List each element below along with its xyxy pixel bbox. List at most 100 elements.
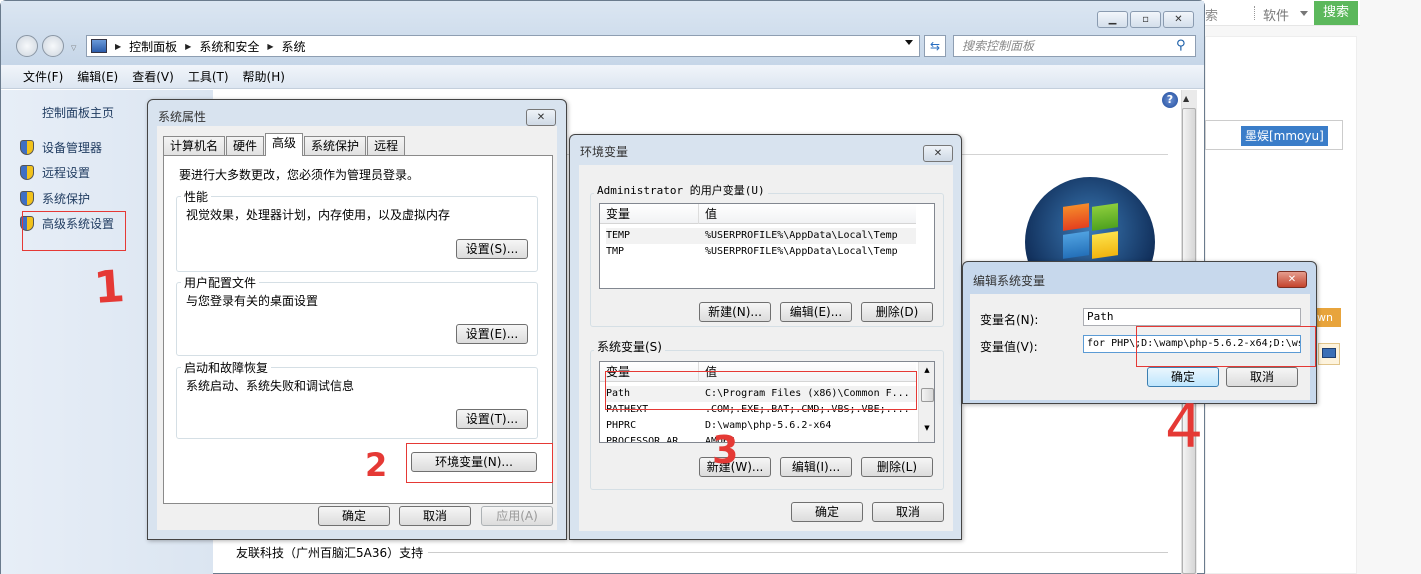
tab-system-protection[interactable]: 系统保护 [304,136,367,156]
column-header-value[interactable]: 值 [698,204,717,224]
list-item[interactable]: PHPRC D:\wamp\php-5.6.2-x64 [606,418,916,434]
group-description: 系统启动、系统失败和调试信息 [186,379,355,393]
group-label: 启动和故障恢复 [181,359,272,376]
system-edit-button[interactable]: 编辑(I)... [780,457,852,477]
scroll-down-arrow-icon[interactable]: ▼ [919,424,934,432]
close-button[interactable]: ✕ [923,145,953,162]
user-profile-settings-button[interactable]: 设置(E)... [456,324,528,344]
admin-note: 要进行大多数更改，您必须作为管理员登录。 [179,168,420,182]
search-input[interactable]: 搜索控制面板 [953,35,1196,57]
web-orange-badge[interactable]: wn [1315,308,1341,327]
var-value: %USERPROFILE%\AppData\Local\Temp [705,246,898,257]
ok-button[interactable]: 确定 [318,506,390,526]
refresh-icon[interactable]: ⇆ [924,35,946,57]
ok-button[interactable]: 确定 [1147,367,1219,387]
startup-settings-button[interactable]: 设置(T)... [456,409,528,429]
annotation-step-1: 1 [92,260,127,315]
web-username-badge[interactable]: 墨娱[mmoyu] [1241,126,1328,146]
group-description: 视觉效果，处理器计划，内存使用，以及虚拟内存 [186,208,451,222]
user-variables-list[interactable]: 变量 值 TEMP %USERPROFILE%\AppData\Local\Tem… [599,203,935,289]
group-label: 系统变量(S) [594,338,665,355]
cancel-button[interactable]: 取消 [1226,367,1298,387]
window-controls: ▁ ▫ ✕ [1097,11,1196,28]
variable-value-label: 变量值(V): [980,340,1038,354]
close-button[interactable]: ✕ [1277,271,1307,288]
annotation-box [605,371,917,410]
menu-bar: 文件(F) 编辑(E) 查看(V) 工具(T) 帮助(H) [1,65,1204,89]
annotation-box [22,211,126,251]
var-value: %USERPROFILE%\AppData\Local\Temp [705,230,898,241]
monitor-icon[interactable] [1318,343,1340,365]
back-button[interactable] [16,35,38,57]
menu-edit[interactable]: 编辑(E) [77,68,118,85]
web-divider [1254,6,1255,20]
menu-tools[interactable]: 工具(T) [188,68,229,85]
ok-button[interactable]: 确定 [791,502,863,522]
list-item[interactable]: TMP %USERPROFILE%\AppData\Local\Temp [606,244,916,260]
web-search-button[interactable]: 搜索 [1314,1,1358,25]
web-category-select[interactable]: 软件 [1263,5,1289,24]
user-delete-button[interactable]: 删除(D) [861,302,933,322]
tab-bar: 计算机名 硬件 高级 系统保护 远程 [163,133,406,156]
tab-computer-name[interactable]: 计算机名 [163,136,226,156]
maximize-button[interactable]: ▫ [1130,11,1161,28]
close-button[interactable]: ✕ [1163,11,1194,28]
minimize-button[interactable]: ▁ [1097,11,1128,28]
group-label: 用户配置文件 [181,274,260,291]
chevron-down-icon[interactable] [1300,11,1308,16]
var-name: PROCESSOR_AR [606,436,679,443]
sidebar-item-device-manager[interactable]: 设备管理器 [20,139,102,156]
group-description: 与您登录有关的桌面设置 [186,294,319,308]
breadcrumb-arrow-icon: ▶ [115,41,122,51]
sidebar-item-remote-settings[interactable]: 远程设置 [20,164,90,181]
search-icon[interactable]: ⚲ [1176,38,1186,53]
list-scrollbar[interactable]: ▲ ▼ [918,362,934,442]
system-delete-button[interactable]: 删除(L) [861,457,933,477]
apply-button[interactable]: 应用(A) [481,506,553,526]
breadcrumb-system[interactable]: 系统 [282,38,306,55]
web-search-text: 索 [1205,9,1219,24]
variable-name-input[interactable]: Path [1083,308,1301,326]
forward-button[interactable] [42,35,64,57]
annotation-step-4: 4 [1165,392,1204,462]
menu-view[interactable]: 查看(V) [132,68,174,85]
group-label: Administrator 的用户变量(U) [594,182,768,198]
list-item[interactable]: TEMP %USERPROFILE%\AppData\Local\Temp [606,228,916,244]
user-edit-button[interactable]: 编辑(E)... [780,302,852,322]
address-dropdown-icon[interactable] [905,40,913,45]
tab-hardware[interactable]: 硬件 [226,136,265,156]
help-icon[interactable]: ? [1162,92,1178,108]
list-item[interactable]: PROCESSOR_AR AMD64 [606,434,916,443]
tab-remote[interactable]: 远程 [367,136,406,156]
breadcrumb-control-panel[interactable]: 控制面板 [129,38,177,55]
close-button[interactable]: ✕ [526,109,556,126]
scrollbar-thumb[interactable] [920,388,934,402]
var-name: TEMP [606,230,631,241]
cancel-button[interactable]: 取消 [872,502,944,522]
breadcrumb-system-security[interactable]: 系统和安全 [199,38,259,55]
column-header-variable[interactable]: 变量 [606,204,630,224]
control-panel-icon [91,39,107,53]
annotation-box [1136,326,1316,367]
scroll-up-arrow-icon[interactable]: ▲ [1183,94,1189,103]
divider [428,552,1168,553]
shield-icon [20,165,34,180]
user-new-button[interactable]: 新建(N)... [699,302,771,322]
dialog-title: 系统属性 [158,110,207,124]
cancel-button[interactable]: 取消 [399,506,471,526]
recent-pages-dropdown[interactable]: ▽ [71,44,76,52]
sidebar-item-label: 设备管理器 [42,141,103,155]
breadcrumb-arrow-icon: ▶ [267,41,274,51]
shield-icon [20,191,34,206]
address-bar[interactable]: ▶ 控制面板 ▶ 系统和安全 ▶ 系统 [86,35,920,57]
tab-advanced[interactable]: 高级 [265,133,304,156]
sidebar-item-system-protection[interactable]: 系统保护 [20,190,90,207]
variable-name-label: 变量名(N): [980,313,1039,327]
menu-file[interactable]: 文件(F) [23,68,63,85]
scroll-up-arrow-icon[interactable]: ▲ [919,366,934,374]
menu-help[interactable]: 帮助(H) [243,68,285,85]
sidebar-home-link[interactable]: 控制面板主页 [42,104,114,121]
performance-settings-button[interactable]: 设置(S)... [456,239,528,259]
annotation-box [406,443,553,483]
shield-icon [20,140,34,155]
